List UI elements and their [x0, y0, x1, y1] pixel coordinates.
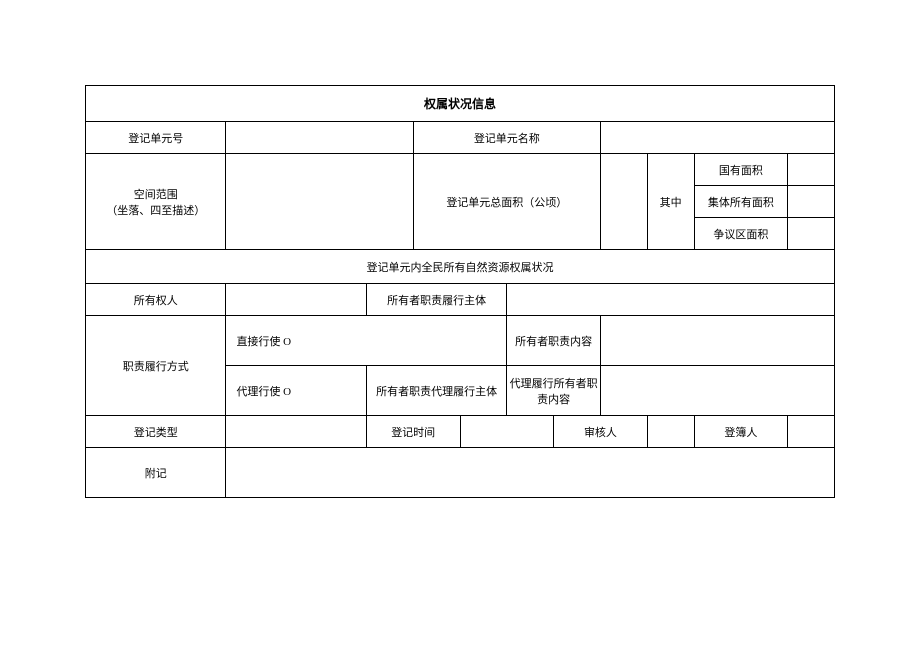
label-owner: 所有权人 [86, 284, 226, 316]
label-reg-type: 登记类型 [86, 416, 226, 448]
label-reviewer: 审核人 [554, 416, 648, 448]
label-notes: 附记 [86, 448, 226, 498]
value-reviewer [647, 416, 694, 448]
value-reg-time [460, 416, 554, 448]
label-owner-duty-content: 所有者职责内容 [507, 316, 601, 366]
label-spatial-scope-line2: （坐落、四至描述） [88, 202, 223, 218]
value-proxy-duty-content [600, 366, 834, 416]
label-proxy-duty-content-line1: 代理履行所有者职 [509, 375, 598, 391]
ownership-info-table: 权属状况信息 登记单元号 登记单元名称 空间范围 （坐落、四至描述） 登记单元总… [85, 85, 835, 498]
label-owner-duty-proxy-subject: 所有者职责代理履行主体 [366, 366, 506, 416]
value-notes [226, 448, 835, 498]
option-direct-exercise: 直接行使 O [226, 316, 507, 366]
label-proxy-duty-content: 代理履行所有者职 责内容 [507, 366, 601, 416]
label-reg-time: 登记时间 [366, 416, 460, 448]
label-unit-total-area: 登记单元总面积（公顷） [413, 154, 600, 250]
value-unit-total-area [600, 154, 647, 250]
label-owner-duty-subject: 所有者职责履行主体 [366, 284, 506, 316]
label-among: 其中 [647, 154, 694, 250]
option-proxy-exercise: 代理行使 O [226, 366, 366, 416]
label-duty-method: 职责履行方式 [86, 316, 226, 416]
label-registrar: 登簿人 [694, 416, 788, 448]
value-disputed-area [788, 218, 835, 250]
value-registrar [788, 416, 835, 448]
label-spatial-scope: 空间范围 （坐落、四至描述） [86, 154, 226, 250]
value-unit-name [600, 122, 834, 154]
label-collective-area: 集体所有面积 [694, 186, 788, 218]
value-unit-no [226, 122, 413, 154]
value-reg-type [226, 416, 366, 448]
label-proxy-duty-content-line2: 责内容 [509, 391, 598, 407]
label-disputed-area: 争议区面积 [694, 218, 788, 250]
label-unit-no: 登记单元号 [86, 122, 226, 154]
value-collective-area [788, 186, 835, 218]
value-owner-duty-content [600, 316, 834, 366]
value-state-owned-area [788, 154, 835, 186]
value-owner [226, 284, 366, 316]
label-state-owned-area: 国有面积 [694, 154, 788, 186]
table-title: 权属状况信息 [86, 86, 835, 122]
label-unit-name: 登记单元名称 [413, 122, 600, 154]
value-owner-duty-subject [507, 284, 835, 316]
sub-header: 登记单元内全民所有自然资源权属状况 [86, 250, 835, 284]
label-spatial-scope-line1: 空间范围 [88, 186, 223, 202]
value-spatial-scope [226, 154, 413, 250]
